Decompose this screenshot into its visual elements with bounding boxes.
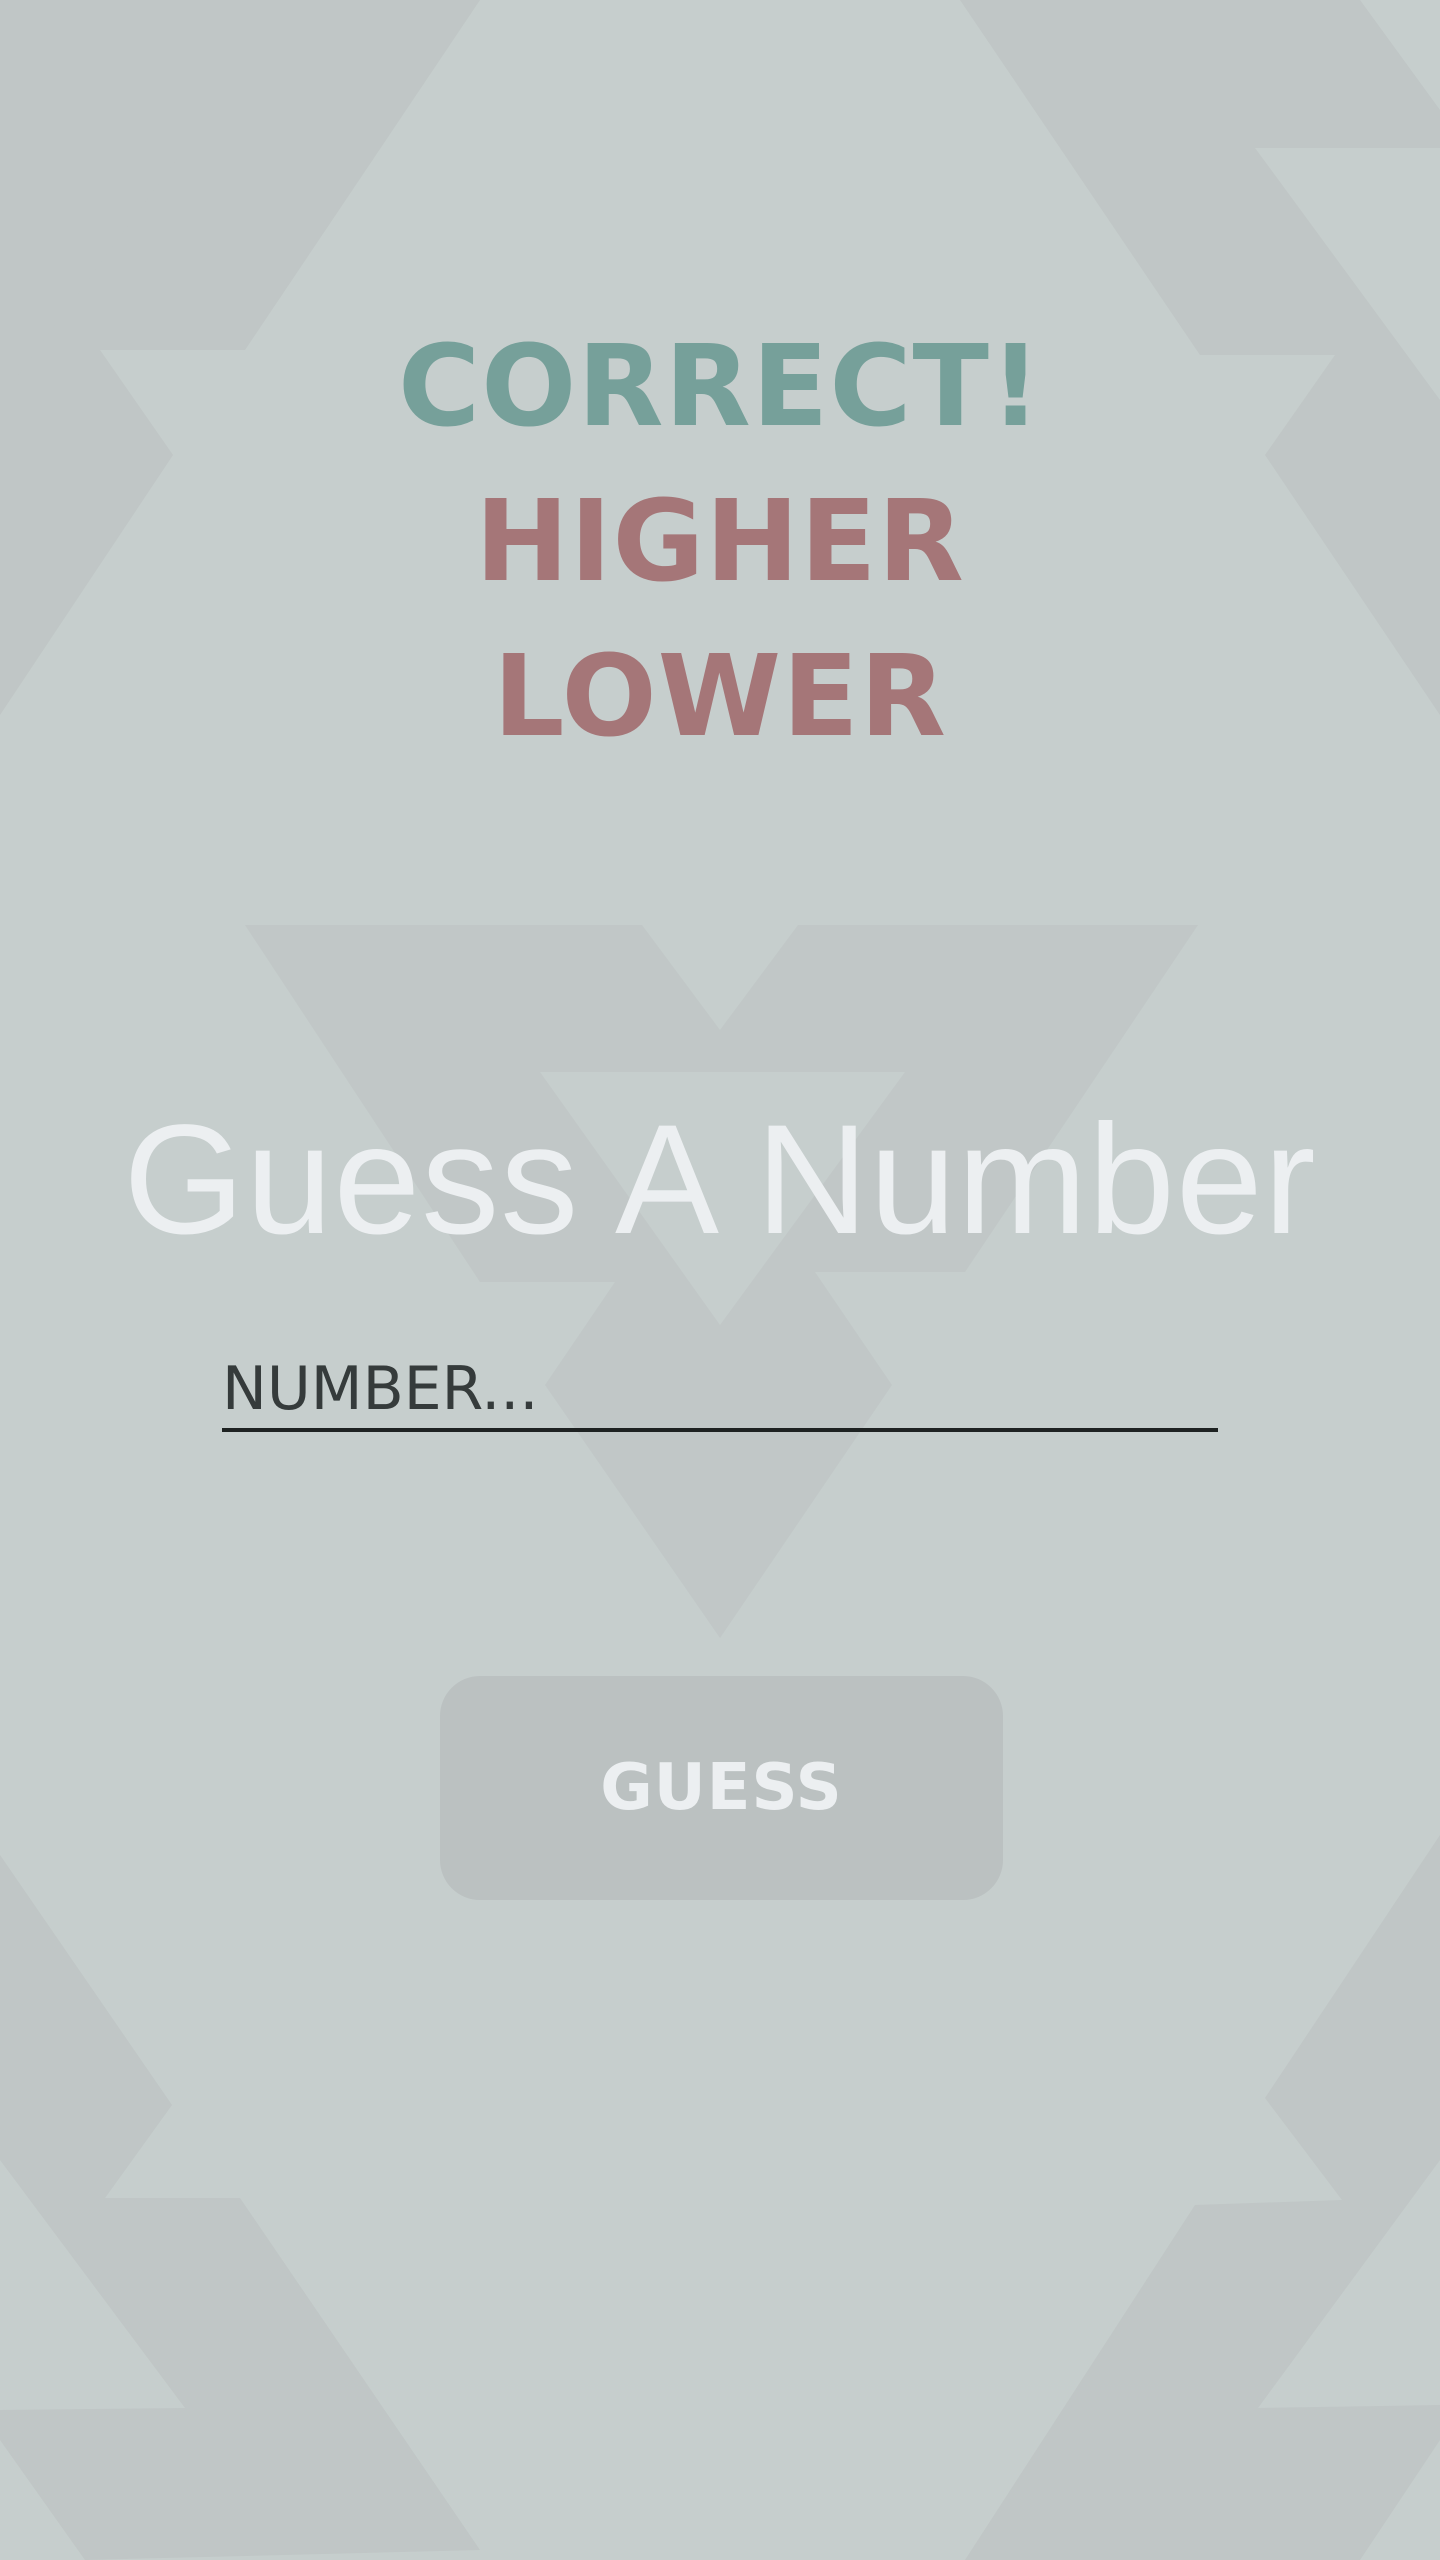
page-title: Guess A Number [123, 1093, 1317, 1267]
status-higher: HIGHER [475, 477, 965, 607]
status-lower: LOWER [493, 632, 947, 762]
status-messages: CORRECT! HIGHER LOWER [0, 310, 1440, 775]
pattern-shape [965, 1835, 1440, 2560]
number-input[interactable] [222, 1350, 1218, 1432]
status-correct: CORRECT! [397, 322, 1043, 452]
guess-button[interactable]: GUESS [440, 1676, 1003, 1900]
pattern-shape [0, 1855, 480, 2560]
